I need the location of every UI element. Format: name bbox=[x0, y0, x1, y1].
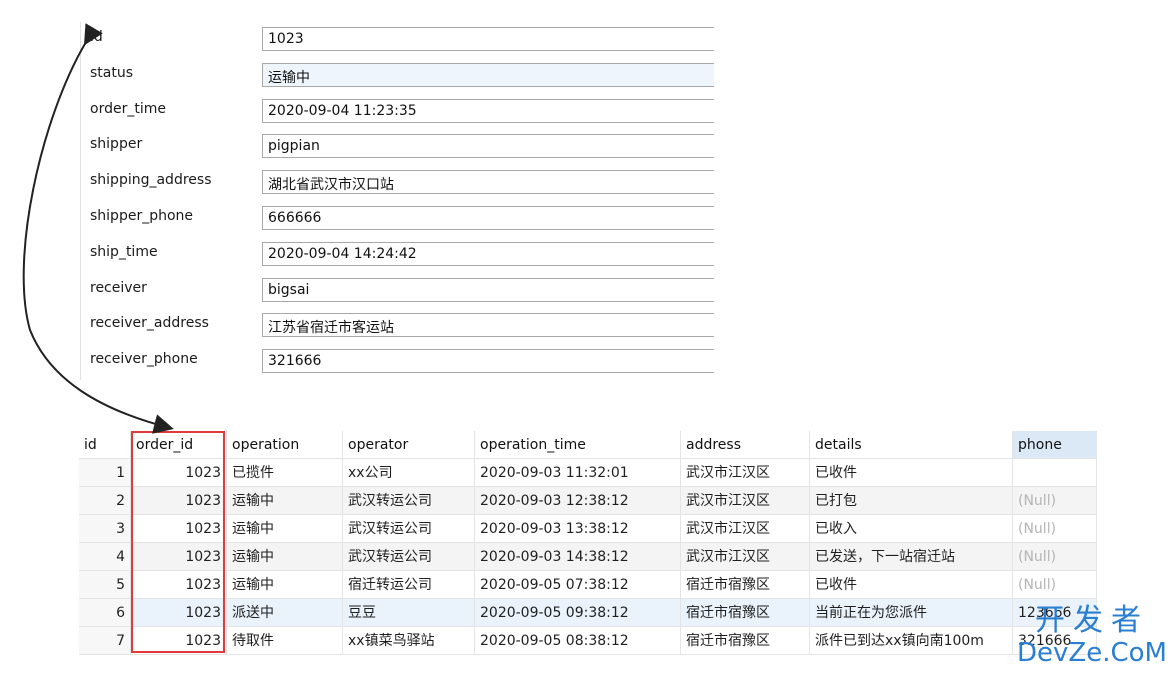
watermark-top: 开发者 bbox=[1035, 603, 1149, 638]
watermark-bottom: DevZe.CoM bbox=[1017, 638, 1167, 668]
curved-double-arrow-icon bbox=[22, 23, 174, 434]
watermark: 开发者 DevZe.CoM bbox=[1017, 603, 1167, 669]
